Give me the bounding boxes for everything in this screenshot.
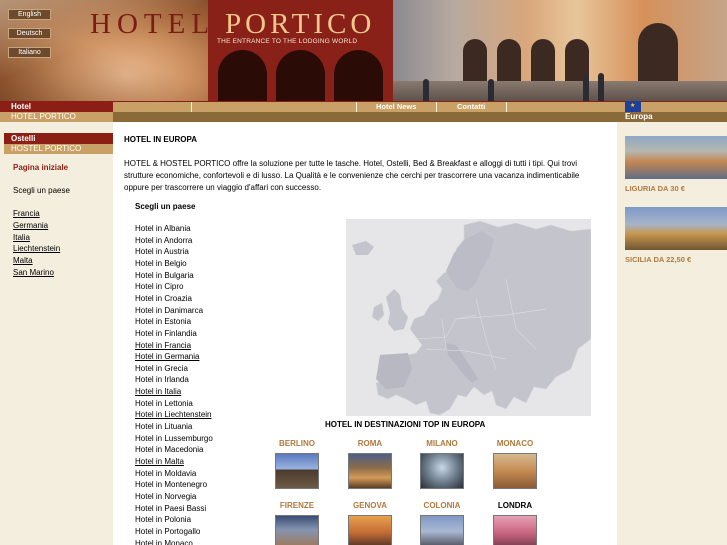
city-label-londra[interactable]: LONDRA [485, 501, 545, 510]
intro-paragraph: HOTEL & HOSTEL PORTICO offre la soluzion… [124, 159, 580, 192]
promo-liguria-image[interactable] [625, 136, 727, 179]
sidebar-ostelli-label[interactable]: Ostelli [4, 133, 113, 144]
city-label-roma[interactable]: ROMA [340, 439, 400, 448]
street-arch-shape [497, 39, 521, 83]
city-label-colonia[interactable]: COLONIA [412, 501, 472, 510]
sidebar-country-link[interactable]: Malta [13, 256, 33, 265]
city-thumb-genova[interactable] [348, 515, 392, 545]
hotel-country-link[interactable]: Hotel in Polonia [135, 515, 191, 524]
hotel-country-link[interactable]: Hotel in Montenegro [135, 480, 207, 489]
header-street-photo [393, 0, 727, 101]
hotel-country-link[interactable]: Hotel in Monaco [135, 539, 193, 545]
sidebar-country-link[interactable]: Germania [13, 221, 48, 230]
hotel-country-link[interactable]: Hotel in Austria [135, 247, 189, 256]
select-country-heading: Scegli un paese [135, 202, 196, 211]
hotel-country-link[interactable]: Hotel in Lussemburgo [135, 434, 213, 443]
city-thumb-firenze[interactable] [275, 515, 319, 545]
hotel-country-link[interactable]: Hotel in Portogallo [135, 527, 200, 536]
arch-shape [334, 50, 383, 101]
street-ground [393, 81, 727, 101]
nav-segment [192, 102, 357, 112]
hotel-country-link[interactable]: Hotel in Macedonia [135, 445, 203, 454]
nav-hotel-label[interactable]: Hotel [0, 101, 113, 112]
city-thumb-monaco[interactable] [493, 453, 537, 489]
city-label-milano[interactable]: MILANO [412, 439, 472, 448]
hotel-country-link[interactable]: Hotel in Italia [135, 387, 181, 396]
eu-flag-icon: ★ [625, 101, 641, 112]
hotel-country-link[interactable]: Hotel in Albania [135, 224, 191, 233]
top-destinations-title: HOTEL IN DESTINAZIONI TOP IN EUROPA [325, 420, 486, 429]
brand-tagline: THE ENTRANCE TO THE LODGING WORLD [217, 38, 358, 45]
hotel-country-link[interactable]: Hotel in Andorra [135, 236, 192, 245]
promo-liguria-label[interactable]: LIGURIA DA 30 € [625, 184, 685, 193]
promo-sicilia-image[interactable] [625, 207, 727, 250]
hotel-country-link[interactable]: Hotel in Germania [135, 352, 199, 361]
city-label-genova[interactable]: GENOVA [340, 501, 400, 510]
page-title: HOTEL IN EUROPA [124, 135, 198, 144]
hotel-country-link[interactable]: Hotel in Grecia [135, 364, 188, 373]
city-thumb-londra[interactable] [493, 515, 537, 545]
lang-english-button[interactable]: English [8, 9, 51, 20]
sidebar-country-link[interactable]: Francia [13, 209, 40, 218]
hotel-country-link[interactable]: Hotel in Paesi Bassi [135, 504, 206, 513]
sidebar-hostel-portico-link[interactable]: HOSTEL PORTICO [4, 144, 113, 154]
promo-sicilia-label[interactable]: SICILIA DA 22,50 € [625, 255, 691, 264]
hotel-country-link[interactable]: Hotel in Norvegia [135, 492, 196, 501]
street-arch-shape [638, 23, 678, 83]
left-sidebar: Ostelli HOSTEL PORTICO Pagina iniziale S… [0, 122, 113, 545]
hotel-country-link[interactable]: Hotel in Estonia [135, 317, 191, 326]
arch-shape [218, 50, 267, 101]
nav-hotel-portico-link[interactable]: HOTEL PORTICO [0, 112, 113, 122]
sidebar-home-link[interactable]: Pagina iniziale [13, 163, 68, 172]
header-sleeping-woman-image: English Deutsch Italiano HOTEL [0, 0, 209, 101]
lang-italiano-button[interactable]: Italiano [8, 47, 51, 58]
street-arch-shape [531, 39, 555, 83]
hotel-country-link[interactable]: Hotel in Liechtenstein [135, 410, 212, 419]
hotel-country-link[interactable]: Hotel in Bulgaria [135, 271, 194, 280]
sidebar-country-link[interactable]: Liechtenstein [13, 244, 60, 253]
nav-segment [113, 102, 192, 112]
main-content: HOTEL IN EUROPA HOTEL & HOSTEL PORTICO o… [113, 122, 617, 545]
hotel-country-link[interactable]: Hotel in Finlandia [135, 329, 197, 338]
pedestrian-figure [423, 79, 429, 101]
street-arch-shape [463, 39, 487, 83]
pedestrian-figure [598, 73, 604, 101]
city-thumb-roma[interactable] [348, 453, 392, 489]
arch-shape [276, 50, 325, 101]
brand-portico-word: PORTICO [225, 8, 376, 40]
nav-hotel-news-link[interactable]: Hotel News [376, 102, 416, 112]
sidebar-country-link[interactable]: Italia [13, 233, 30, 242]
europa-section-label: Europa [617, 112, 727, 122]
hotel-country-link[interactable]: Hotel in Moldavia [135, 469, 196, 478]
europe-map[interactable] [346, 219, 591, 416]
hotel-country-link[interactable]: Hotel in Francia [135, 341, 191, 350]
header-portico-panel: PORTICO THE ENTRANCE TO THE LODGING WORL… [208, 0, 393, 101]
sidebar-choose-country-label: Scegli un paese [13, 186, 70, 195]
hotel-country-link[interactable]: Hotel in Irlanda [135, 375, 189, 384]
hotel-country-link[interactable]: Hotel in Lituania [135, 422, 192, 431]
hotel-country-link[interactable]: Hotel in Belgio [135, 259, 187, 268]
hotel-country-link[interactable]: Hotel in Croazia [135, 294, 192, 303]
city-thumb-colonia[interactable] [420, 515, 464, 545]
sidebar-country-link[interactable]: San Marino [13, 268, 54, 277]
city-thumb-milano[interactable] [420, 453, 464, 489]
hotel-country-link[interactable]: Hotel in Cipro [135, 282, 183, 291]
hotel-country-link[interactable]: Hotel in Lettonia [135, 399, 193, 408]
brand-hotel-word: HOTEL [90, 8, 216, 40]
site-header: English Deutsch Italiano HOTEL PORTICO T… [0, 0, 727, 101]
nav-contatti-link[interactable]: Contatti [457, 102, 485, 112]
hotel-country-link[interactable]: Hotel in Danimarca [135, 306, 203, 315]
city-label-berlino[interactable]: BERLINO [267, 439, 327, 448]
city-label-firenze[interactable]: FIRENZE [267, 501, 327, 510]
right-sidebar: LIGURIA DA 30 € SICILIA DA 22,50 € [617, 122, 727, 545]
pedestrian-figure [583, 75, 589, 101]
lang-deutsch-button[interactable]: Deutsch [8, 28, 51, 39]
hotel-country-link[interactable]: Hotel in Malta [135, 457, 184, 466]
pedestrian-figure [488, 79, 494, 101]
city-thumb-berlino[interactable] [275, 453, 319, 489]
city-label-monaco[interactable]: MONACO [485, 439, 545, 448]
